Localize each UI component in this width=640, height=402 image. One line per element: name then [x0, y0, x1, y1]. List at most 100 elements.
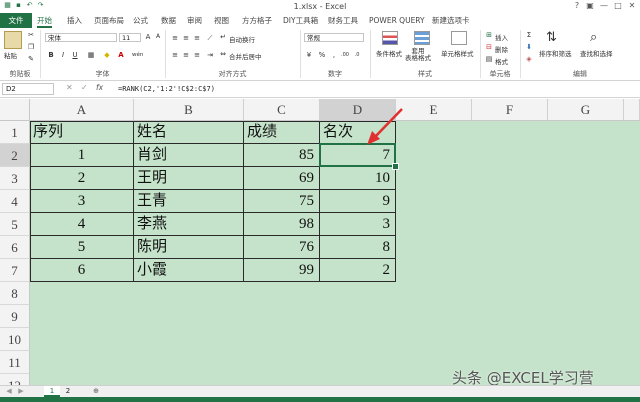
row-header[interactable]: 8 — [0, 282, 30, 305]
increase-decimal-button[interactable]: .00 — [340, 50, 350, 60]
align-top-icon[interactable]: ≡ — [170, 33, 180, 43]
format-cells-icon[interactable]: ▤ — [484, 54, 494, 64]
cell-styles-label[interactable]: 单元格样式 — [441, 48, 474, 58]
table-cell[interactable]: 85 — [244, 144, 320, 167]
sort-filter-icon[interactable]: ⇅ — [546, 31, 557, 45]
tab-ffgz[interactable]: 方方格子 — [242, 13, 272, 28]
table-cell[interactable]: 75 — [244, 190, 320, 213]
header-cell[interactable]: 序列 — [30, 121, 134, 144]
tab-view[interactable]: 视图 — [214, 13, 229, 28]
table-cell[interactable]: 98 — [244, 213, 320, 236]
wrap-text-label[interactable]: 自动换行 — [229, 34, 255, 44]
merge-center-label[interactable]: 合并后居中 — [229, 51, 262, 61]
insert-cells-label[interactable]: 插入 — [495, 32, 508, 42]
table-cell[interactable]: 肖剑 — [134, 144, 244, 167]
header-cell[interactable]: 成绩 — [244, 121, 320, 144]
delete-cells-icon[interactable]: ⊟ — [484, 42, 494, 52]
table-cell[interactable]: 99 — [244, 259, 320, 282]
font-name-combo[interactable]: 宋体 — [45, 33, 117, 42]
table-cell[interactable]: 10 — [320, 167, 396, 190]
tab-data[interactable]: 数据 — [161, 13, 176, 28]
cut-icon[interactable]: ✂ — [26, 30, 36, 40]
currency-icon[interactable]: ¥ — [304, 50, 314, 60]
underline-button[interactable]: U — [70, 50, 80, 60]
comma-button[interactable]: , — [329, 50, 339, 60]
table-cell[interactable]: 2 — [30, 167, 134, 190]
number-format-combo[interactable]: 常规 — [304, 33, 364, 42]
column-header[interactable] — [624, 99, 640, 121]
delete-cells-label[interactable]: 删除 — [495, 44, 508, 54]
name-box[interactable]: D2 — [2, 83, 54, 95]
phonetic-button[interactable]: wén — [132, 50, 143, 60]
row-header[interactable]: 6 — [0, 236, 30, 259]
sort-filter-label[interactable]: 排序和筛选 — [539, 48, 572, 58]
tab-home[interactable]: 开始 — [37, 13, 52, 28]
italic-button[interactable]: I — [58, 50, 68, 60]
borders-icon[interactable]: ▦ — [86, 50, 96, 60]
tab-diy-toolbox[interactable]: DIY工具箱 — [283, 13, 318, 28]
tab-page-layout[interactable]: 页面布局 — [94, 13, 124, 28]
paste-icon[interactable] — [4, 31, 22, 49]
sheet-tab-2[interactable]: 2 — [62, 386, 74, 397]
conditional-formatting-label[interactable]: 条件格式 — [376, 48, 402, 58]
table-cell[interactable]: 3 — [30, 190, 134, 213]
grow-font-button[interactable]: A — [143, 32, 153, 42]
merge-center-icon[interactable]: ⇔ — [218, 49, 228, 59]
help-button[interactable]: ? — [570, 0, 584, 12]
row-header[interactable]: 1 — [0, 121, 30, 144]
align-left-icon[interactable]: ≡ — [170, 50, 180, 60]
orientation-icon[interactable]: ⟋ — [205, 33, 215, 43]
row-header[interactable]: 7 — [0, 259, 30, 282]
ribbon-display-button[interactable]: ▣ — [583, 0, 597, 12]
scroll-right-icon[interactable]: ▶ — [16, 386, 26, 397]
autosum-icon[interactable]: Σ — [524, 30, 534, 40]
font-color-icon[interactable]: A — [116, 50, 126, 60]
find-select-icon[interactable]: ⌕ — [590, 31, 597, 45]
decrease-decimal-button[interactable]: .0 — [352, 50, 362, 60]
format-cells-label[interactable]: 格式 — [495, 56, 508, 66]
conditional-formatting-icon[interactable] — [382, 31, 398, 45]
column-header[interactable]: B — [134, 99, 244, 121]
table-cell[interactable]: 76 — [244, 236, 320, 259]
format-as-table-icon[interactable] — [414, 31, 430, 45]
row-header[interactable]: 11 — [0, 351, 30, 374]
table-cell[interactable]: 3 — [320, 213, 396, 236]
tab-insert[interactable]: 插入 — [67, 13, 82, 28]
row-header[interactable]: 4 — [0, 190, 30, 213]
table-cell[interactable]: 9 — [320, 190, 396, 213]
cancel-icon[interactable]: ✕ — [66, 83, 73, 92]
tab-power-query[interactable]: POWER QUERY — [369, 13, 425, 28]
row-header[interactable]: 9 — [0, 305, 30, 328]
shrink-font-button[interactable]: A — [153, 32, 163, 42]
insert-cells-icon[interactable]: ⊞ — [484, 30, 494, 40]
table-cell[interactable]: 陈明 — [134, 236, 244, 259]
align-middle-icon[interactable]: ≡ — [181, 33, 191, 43]
font-size-combo[interactable]: 11 — [119, 33, 141, 42]
add-sheet-icon[interactable]: ⊕ — [90, 386, 102, 397]
row-header[interactable]: 2 — [0, 144, 30, 167]
maximize-button[interactable]: □ — [611, 0, 625, 12]
table-cell[interactable]: 王明 — [134, 167, 244, 190]
sheet-tab-1[interactable]: 1 — [44, 386, 60, 397]
cell-styles-icon[interactable] — [451, 31, 467, 45]
align-right-icon[interactable]: ≡ — [192, 50, 202, 60]
tab-finance-tools[interactable]: 财务工具 — [328, 13, 358, 28]
insert-function-icon[interactable]: fx — [96, 83, 103, 92]
table-cell[interactable]: 2 — [320, 259, 396, 282]
table-cell[interactable]: 4 — [30, 213, 134, 236]
table-cell[interactable]: 8 — [320, 236, 396, 259]
format-as-table-label[interactable]: 套用 表格格式 — [405, 48, 431, 62]
row-header[interactable]: 12 — [0, 374, 30, 385]
tab-review[interactable]: 审阅 — [187, 13, 202, 28]
enter-icon[interactable]: ✓ — [81, 83, 88, 92]
table-cell[interactable]: 69 — [244, 167, 320, 190]
row-header[interactable]: 10 — [0, 328, 30, 351]
row-header[interactable]: 5 — [0, 213, 30, 236]
table-cell[interactable]: 王青 — [134, 190, 244, 213]
row-header[interactable]: 3 — [0, 167, 30, 190]
table-cell[interactable]: 1 — [30, 144, 134, 167]
find-select-label[interactable]: 查找和选择 — [580, 48, 613, 58]
column-header[interactable]: G — [548, 99, 624, 121]
format-painter-icon[interactable]: ✎ — [26, 54, 36, 64]
tab-new[interactable]: 新建选项卡 — [432, 13, 470, 28]
